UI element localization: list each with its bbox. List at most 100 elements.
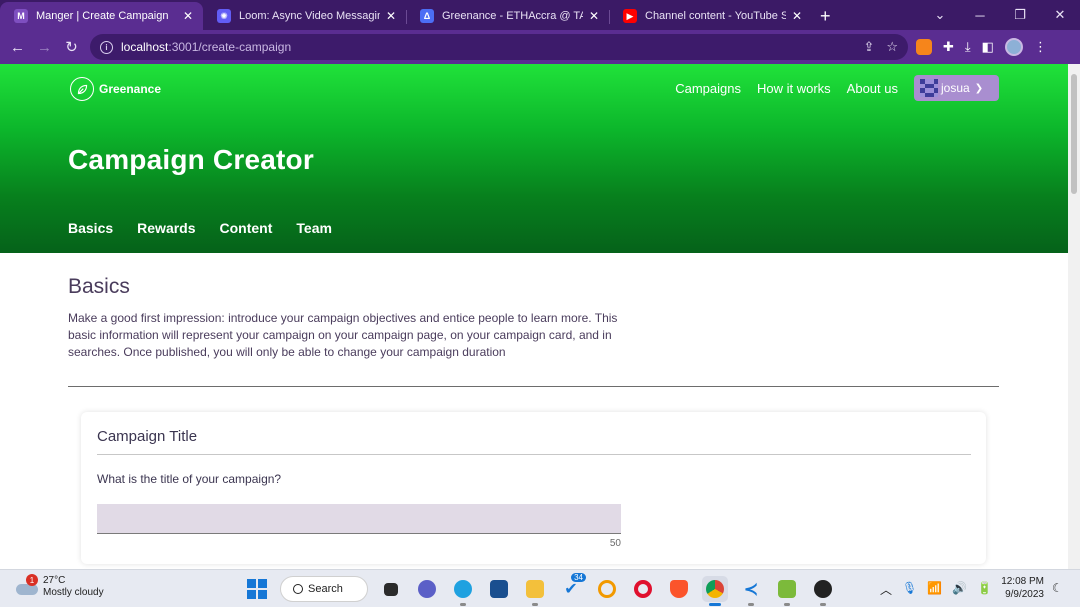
top-navigation: Campaigns How it works About us [675,81,898,96]
browser-tab-youtube[interactable]: ▶ Channel content - YouTube Studi ✕ [609,2,812,30]
creator-tabs: Basics Rewards Content Team [68,220,332,260]
opera-gx-app[interactable] [594,576,620,602]
page-scrollbar[interactable] [1068,64,1080,569]
windows-taskbar: 1 27°C Mostly cloudy Search ✔ 34 ≺ ︿ 🎙 📶… [0,569,1080,607]
profile-avatar[interactable] [1004,38,1023,56]
app-green[interactable] [774,576,800,606]
brand-logo-link[interactable]: Greenance [70,77,161,101]
windows-logo-icon [247,579,267,599]
tab-title: Manger | Create Campaign [36,10,169,22]
vscode-app[interactable]: ≺ [738,576,764,606]
hero-header: Greenance Campaigns How it works About u… [0,64,1068,260]
scrollbar-thumb[interactable] [1071,74,1077,194]
weather-condition: Mostly cloudy [43,587,104,598]
volume-icon[interactable]: 🔊 [952,581,967,598]
opera-app[interactable] [630,576,656,602]
campaign-title-input[interactable] [97,504,621,534]
browser-tab-loom[interactable]: ✺ Loom: Async Video Messaging fo ✕ [203,2,406,30]
page-viewport: Greenance Campaigns How it works About u… [0,64,1080,569]
section-divider [68,386,999,387]
store-icon [490,580,508,598]
close-icon[interactable]: ✕ [792,9,802,23]
chrome-icon [706,580,724,598]
weather-badge: 1 [26,574,38,586]
bookmark-star-icon[interactable]: ☆ [886,39,898,55]
taskbar-search[interactable]: Search [280,576,368,602]
file-explorer-app[interactable] [522,576,548,606]
new-tab-button[interactable]: + [820,2,831,30]
wifi-icon[interactable]: 📶 [927,581,942,598]
tab-search-icon[interactable]: ⌄ [920,7,960,23]
edge-app[interactable] [450,576,476,606]
browser-tab-create-campaign[interactable]: M Manger | Create Campaign ✕ [0,2,203,30]
tab-title: Channel content - YouTube Studi [645,10,786,22]
teams-app[interactable]: ✔ 34 [558,573,586,602]
manger-favicon-icon: M [14,9,28,23]
tab-title: Loom: Async Video Messaging fo [239,10,380,22]
page-title: Campaign Creator [68,144,314,175]
close-window-icon[interactable]: ✕ [1040,7,1080,23]
close-icon[interactable]: ✕ [386,9,396,23]
store-app[interactable] [486,576,512,602]
task-view-icon [384,582,398,596]
url-path: :3001/create-campaign [168,40,292,54]
forward-arrow-icon[interactable]: → [31,39,58,56]
tab-rewards[interactable]: Rewards [137,220,195,244]
site-info-icon[interactable]: i [100,40,113,54]
download-icon[interactable]: ⤓ [965,39,971,55]
brave-icon [670,580,688,598]
temperature: 27°C [43,575,66,586]
start-button[interactable] [244,576,270,602]
close-icon[interactable]: ✕ [589,9,599,23]
brave-app[interactable] [666,576,692,602]
nav-link-campaigns[interactable]: Campaigns [675,81,741,96]
obs-app[interactable] [810,576,836,606]
tab-title: Greenance - ETHAccra @ TAIKAI [442,10,583,22]
tab-team[interactable]: Team [296,220,332,244]
leaf-logo-icon [70,77,94,101]
chevron-down-icon: ❯ [974,82,984,94]
focus-moon-icon[interactable]: ☾ [1052,581,1063,595]
battery-icon[interactable]: 🔋 [977,581,992,598]
reload-icon[interactable]: ↻ [58,38,85,56]
clock-time: 12:08 PM [1001,576,1044,587]
minimize-icon[interactable]: ─ [960,8,1000,23]
campaign-title-card: Campaign Title What is the title of your… [81,412,986,564]
back-arrow-icon[interactable]: ← [4,39,31,56]
clock-date: 9/9/2023 [1005,589,1044,600]
nav-link-about-us[interactable]: About us [847,81,898,96]
green-app-icon [778,580,796,598]
opera-gx-icon [598,580,616,598]
restore-icon[interactable]: ❐ [1000,7,1040,23]
address-bar[interactable]: i localhost:3001/create-campaign ⇪ ☆ [90,34,908,60]
taskbar-clock[interactable]: 12:08 PM 9/9/2023 [1000,575,1044,601]
meet-app[interactable] [414,576,440,602]
teams-badge: 34 [571,573,586,582]
extensions-puzzle-icon[interactable]: ✚ [943,39,954,55]
edge-icon [454,580,472,598]
browser-tab-taikai[interactable]: Δ Greenance - ETHAccra @ TAIKAI ✕ [406,2,609,30]
chevron-up-icon[interactable]: ︿ [880,581,892,598]
tab-basics[interactable]: Basics [68,220,114,260]
task-view-button[interactable] [378,576,404,602]
window-controls: ⌄ ─ ❐ ✕ [920,0,1080,30]
folder-icon [526,580,544,598]
close-icon[interactable]: ✕ [183,9,193,23]
side-panel-icon[interactable]: ◧ [982,39,994,55]
opera-icon [634,580,652,598]
taikai-favicon-icon: Δ [420,9,434,23]
tab-content[interactable]: Content [220,220,273,244]
browser-tab-strip: M Manger | Create Campaign ✕ ✺ Loom: Asy… [0,0,1080,30]
obs-icon [814,580,832,598]
loom-favicon-icon: ✺ [217,9,231,23]
user-pixel-avatar-icon [920,79,938,97]
browser-menu-icon[interactable]: ⋮ [1034,39,1047,55]
meet-icon [418,580,436,598]
chrome-app[interactable] [702,576,728,606]
metamask-fox-icon[interactable] [916,39,932,55]
nav-link-how-it-works[interactable]: How it works [757,81,831,96]
share-icon[interactable]: ⇪ [863,39,874,55]
microphone-icon[interactable]: 🎙 [902,581,917,598]
user-menu-button[interactable]: josua ❯ [914,75,999,101]
weather-widget[interactable]: 1 27°C Mostly cloudy [14,574,104,599]
